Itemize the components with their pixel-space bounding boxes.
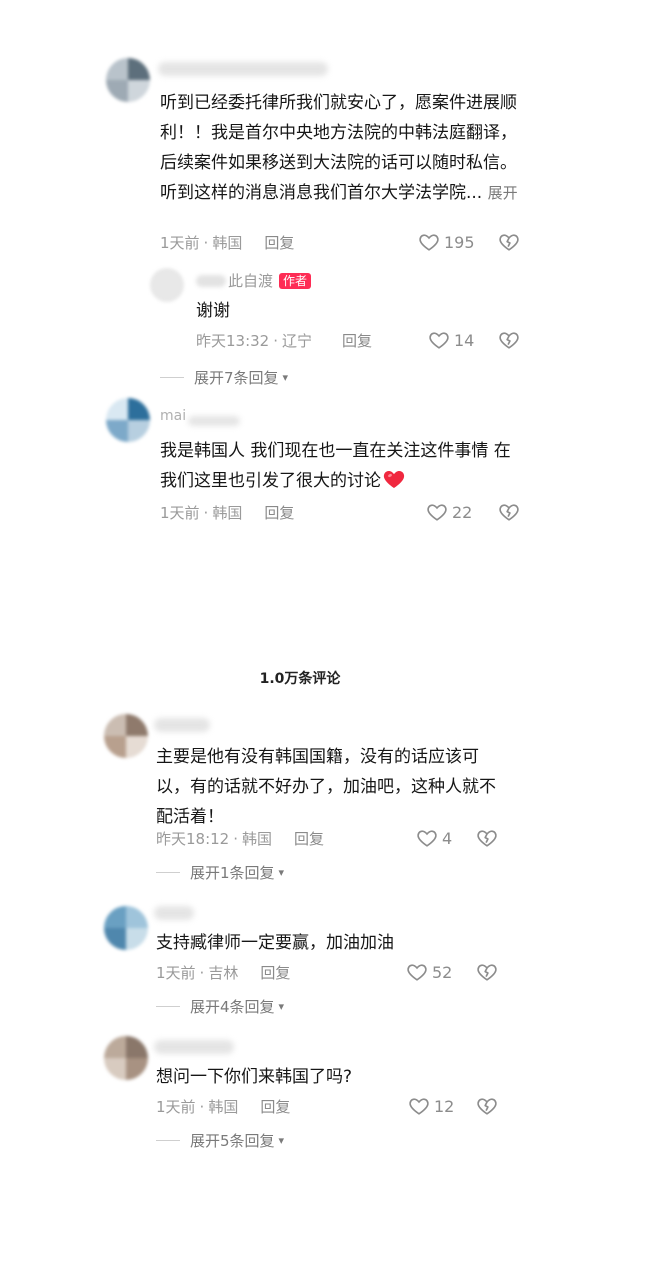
comment-text: 听到已经委托律所我们就安心了，愿案件进展顺利！！我是首尔中央地方法院的中韩法庭翻…: [160, 93, 518, 203]
like-count: 12: [434, 1096, 455, 1116]
like-count: 195: [444, 232, 475, 252]
separator: ·: [203, 503, 209, 522]
comment-meta: 昨天18:12 · 韩国 回复: [156, 828, 324, 849]
comment-time: 1天前: [160, 234, 200, 252]
like-count: 52: [432, 962, 453, 982]
separator: ·: [233, 829, 239, 848]
separator: ·: [203, 233, 209, 252]
heart-icon: [429, 332, 449, 349]
heart-icon: [417, 830, 437, 847]
broken-heart-icon[interactable]: [476, 827, 498, 849]
comment-meta: 1天前 · 韩国 回复: [160, 502, 294, 523]
reply-button[interactable]: 回复: [260, 1096, 290, 1117]
red-heart-emoji-icon: [383, 471, 405, 488]
avatar[interactable]: [104, 1036, 148, 1080]
username-redacted: [188, 416, 240, 426]
avatar[interactable]: [150, 268, 184, 302]
comment-text: 我是韩国人 我们现在也一直在关注这件事情 在我们这里也引发了很大的讨论: [160, 441, 511, 491]
reply-meta: 昨天13:32 · 辽宁 回复: [196, 330, 372, 351]
broken-heart-icon[interactable]: [498, 501, 520, 523]
divider-line: [156, 1140, 180, 1141]
reply-text: 谢谢: [196, 301, 230, 321]
separator: ·: [273, 331, 279, 350]
author-name-row: 此自渡 作者: [196, 270, 312, 291]
like-button[interactable]: 52: [406, 961, 452, 983]
comment-location: 韩国: [208, 1098, 239, 1116]
author-name[interactable]: 此自渡: [228, 270, 273, 291]
comment-time: 昨天18:12: [156, 830, 230, 848]
avatar[interactable]: [104, 714, 148, 758]
expand-replies-label: 展开1条回复: [190, 864, 275, 882]
comment-location: 韩国: [212, 504, 243, 522]
expand-replies-label: 展开4条回复: [190, 998, 275, 1016]
username-redacted[interactable]: [154, 1040, 234, 1054]
avatar[interactable]: [104, 906, 148, 950]
comment-meta: 1天前 · 吉林 回复: [156, 962, 290, 983]
expand-link[interactable]: 展开: [488, 184, 518, 202]
comment-time: 1天前: [156, 1098, 196, 1116]
like-count: 14: [454, 330, 475, 350]
author-badge: 作者: [279, 272, 312, 289]
comment-time: 1天前: [160, 504, 200, 522]
like-button[interactable]: 195: [418, 231, 475, 253]
reply-button[interactable]: 回复: [264, 232, 294, 253]
comment-location: 韩国: [212, 234, 243, 252]
username-redacted[interactable]: [154, 906, 194, 920]
separator: ·: [199, 963, 205, 982]
like-button[interactable]: 22: [426, 501, 472, 523]
like-count: 4: [442, 828, 453, 848]
broken-heart-icon[interactable]: [498, 231, 520, 253]
reply-button[interactable]: 回复: [294, 828, 324, 849]
avatar[interactable]: [106, 58, 150, 102]
comment-location: 韩国: [242, 830, 273, 848]
like-count: 22: [452, 502, 473, 522]
like-button[interactable]: 12: [408, 1095, 454, 1117]
broken-heart-icon[interactable]: [476, 961, 498, 983]
avatar[interactable]: [106, 398, 150, 442]
comment-text: 主要是他有没有韩国国籍，没有的话应该可以，有的话就不好办了，加油吧，这种人就不配…: [156, 747, 496, 827]
comment-text: 想问一下你们来韩国了吗?: [156, 1067, 353, 1087]
reply-button[interactable]: 回复: [264, 502, 294, 523]
chevron-down-icon: ▾: [278, 1000, 285, 1013]
heart-icon: [427, 504, 447, 521]
reply-button[interactable]: 回复: [260, 962, 290, 983]
heart-icon: [419, 234, 439, 251]
expand-replies-label: 展开5条回复: [190, 1132, 275, 1150]
like-button[interactable]: 14: [428, 329, 474, 351]
comment-meta: 1天前 · 韩国 回复: [156, 1096, 290, 1117]
comment-location: 吉林: [208, 964, 239, 982]
heart-icon: [409, 1098, 429, 1115]
separator: ·: [199, 1097, 205, 1116]
comment-time: 1天前: [156, 964, 196, 982]
chevron-down-icon: ▾: [282, 371, 289, 384]
comment-text: 支持臧律师一定要赢，加油加油: [156, 933, 394, 953]
username-redacted[interactable]: [154, 718, 210, 732]
expand-replies-label: 展开7条回复: [194, 369, 279, 387]
comment-count-title: 1.0万条评论: [259, 671, 341, 687]
divider-line: [156, 1006, 180, 1007]
expand-replies-button[interactable]: 展开4条回复 ▾: [156, 996, 284, 1017]
divider-line: [156, 872, 180, 873]
reply-button[interactable]: 回复: [342, 330, 372, 351]
username[interactable]: mai: [160, 408, 186, 424]
reply-time: 昨天13:32: [196, 332, 270, 350]
chevron-down-icon: ▾: [278, 866, 285, 879]
comment-meta: 1天前 · 韩国 回复: [160, 232, 294, 253]
broken-heart-icon[interactable]: [476, 1095, 498, 1117]
expand-replies-button[interactable]: 展开1条回复 ▾: [156, 862, 284, 883]
heart-icon: [407, 964, 427, 981]
broken-heart-icon[interactable]: [498, 329, 520, 351]
username-redacted[interactable]: [158, 62, 328, 76]
reply-location: 辽宁: [282, 332, 313, 350]
chevron-down-icon: ▾: [278, 1134, 285, 1147]
divider-line: [160, 377, 184, 378]
expand-replies-button[interactable]: 展开7条回复 ▾: [160, 367, 288, 388]
expand-replies-button[interactable]: 展开5条回复 ▾: [156, 1130, 284, 1151]
like-button[interactable]: 4: [416, 827, 452, 849]
